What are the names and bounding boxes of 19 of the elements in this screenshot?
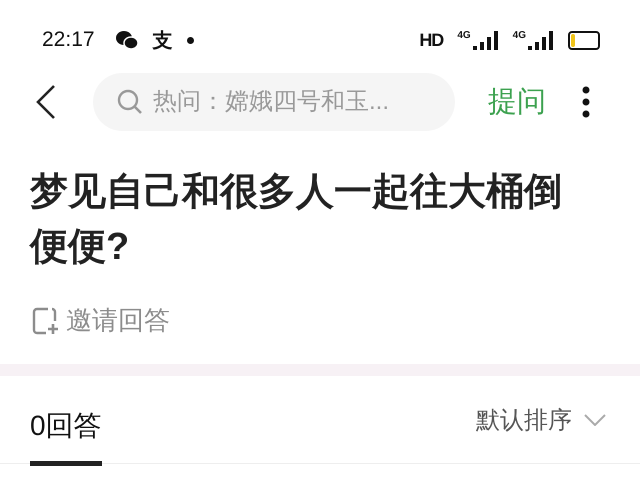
add-invite-icon — [32, 306, 60, 334]
sort-dropdown[interactable]: 默认排序 — [476, 404, 606, 436]
chat-icon — [114, 30, 139, 50]
network-label: 4G — [457, 30, 471, 41]
signal-icon — [528, 30, 554, 50]
back-icon[interactable] — [34, 84, 58, 120]
chevron-down-icon — [584, 414, 606, 426]
signal-icon — [472, 30, 499, 50]
network-label: 4G — [512, 30, 526, 41]
notification-dot — [186, 36, 194, 44]
more-icon[interactable] — [582, 86, 590, 118]
search-icon — [117, 89, 143, 115]
clock-time: 22:17 — [42, 28, 95, 52]
hd-label: HD — [419, 30, 444, 50]
answers-tab[interactable]: 0回答 — [30, 383, 102, 466]
battery-icon — [568, 30, 600, 50]
app-glyph: 支 — [152, 28, 173, 54]
search-field[interactable]: 热问：嫦娥四号和玉... — [93, 73, 455, 131]
question-title: 梦见自己和很多人一起往大桶倒便便? — [30, 170, 563, 270]
